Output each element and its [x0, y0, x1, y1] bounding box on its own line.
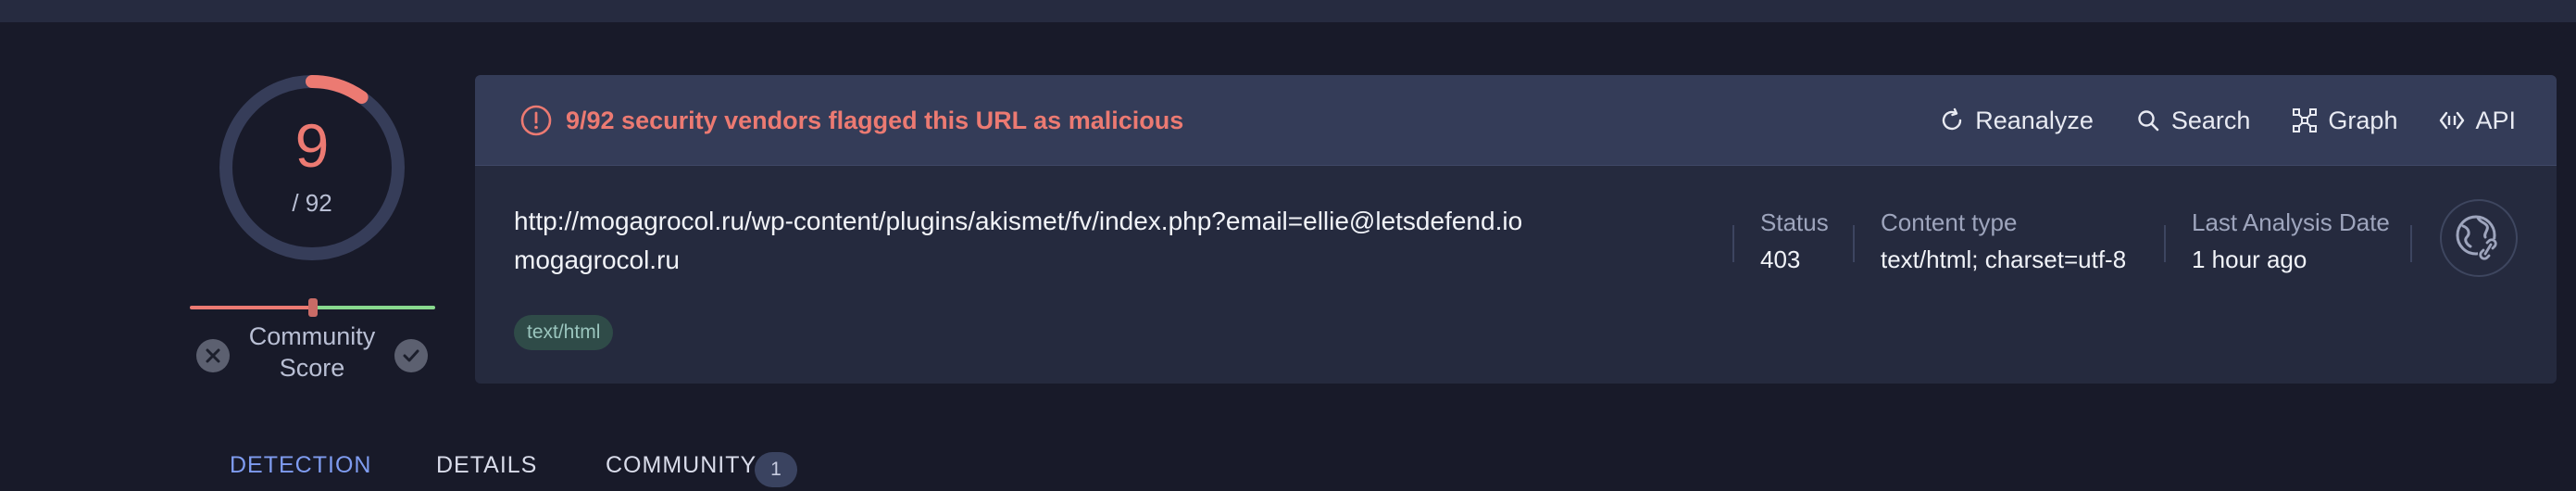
- search-label: Search: [2170, 106, 2251, 134]
- report-actions: Reanalyze Search Graph API: [1938, 75, 2516, 166]
- community-positive-bar: [310, 306, 435, 309]
- malicious-alert-text: 9/92 security vendors flagged this URL a…: [566, 107, 1184, 134]
- community-negative-bar: [190, 306, 310, 309]
- content-type-value: text/html; charset=utf-8: [1881, 246, 2127, 273]
- detection-score-gauge: 9 / 92: [215, 70, 409, 265]
- search-button[interactable]: Search: [2134, 106, 2251, 135]
- api-label: API: [2475, 106, 2516, 134]
- exclamation-circle-icon: [520, 105, 552, 136]
- community-score-label-line1: Community: [248, 322, 376, 350]
- divider: [1853, 225, 1855, 262]
- globe-link-icon: [2456, 215, 2498, 260]
- status-label: Status: [1760, 208, 1829, 236]
- divider: [2164, 225, 2166, 262]
- top-bar: [0, 0, 2576, 22]
- analyzed-url: http://mogagrocol.ru/wp-content/plugins/…: [514, 207, 1523, 235]
- last-analysis-value: 1 hour ago: [2192, 246, 2307, 273]
- api-icon: [2440, 111, 2465, 130]
- url-report-card: 9/92 security vendors flagged this URL a…: [475, 75, 2557, 384]
- graph-label: Graph: [2328, 106, 2398, 134]
- close-icon: [206, 348, 220, 363]
- content-type-label: Content type: [1881, 208, 2018, 236]
- tab-details[interactable]: DETAILS: [436, 452, 537, 479]
- refresh-icon: [1943, 107, 1962, 131]
- detection-count: 9: [294, 111, 330, 180]
- vote-harmless-button[interactable]: [394, 339, 428, 372]
- status-value: 403: [1760, 246, 1801, 273]
- community-score-marker: [308, 298, 318, 317]
- analyzed-domain-link[interactable]: mogagrocol.ru: [514, 246, 680, 275]
- community-score-slider: [190, 298, 435, 317]
- vote-harmful-button[interactable]: [196, 339, 230, 372]
- content-tag[interactable]: text/html: [514, 315, 614, 350]
- graph-icon: [2293, 108, 2318, 132]
- community-score-label: Community Score: [239, 321, 385, 384]
- tab-detection[interactable]: DETECTION: [230, 452, 371, 479]
- graph-button[interactable]: Graph: [2291, 107, 2397, 135]
- reanalyze-button[interactable]: Reanalyze: [1938, 107, 2094, 135]
- community-count-badge: 1: [755, 452, 797, 487]
- detection-total: / 92: [292, 189, 332, 217]
- checkmark-icon: [403, 349, 419, 362]
- community-score-label-line2: Score: [279, 354, 345, 382]
- tab-community[interactable]: COMMUNITY: [606, 452, 757, 479]
- report-header: 9/92 security vendors flagged this URL a…: [475, 75, 2557, 166]
- divider: [1732, 225, 1734, 262]
- divider: [2410, 225, 2412, 262]
- url-globe-button[interactable]: [2440, 199, 2518, 277]
- reanalyze-label: Reanalyze: [1975, 106, 2094, 134]
- api-button[interactable]: API: [2438, 107, 2516, 135]
- last-analysis-label: Last Analysis Date: [2192, 208, 2390, 236]
- search-icon: [2138, 110, 2159, 132]
